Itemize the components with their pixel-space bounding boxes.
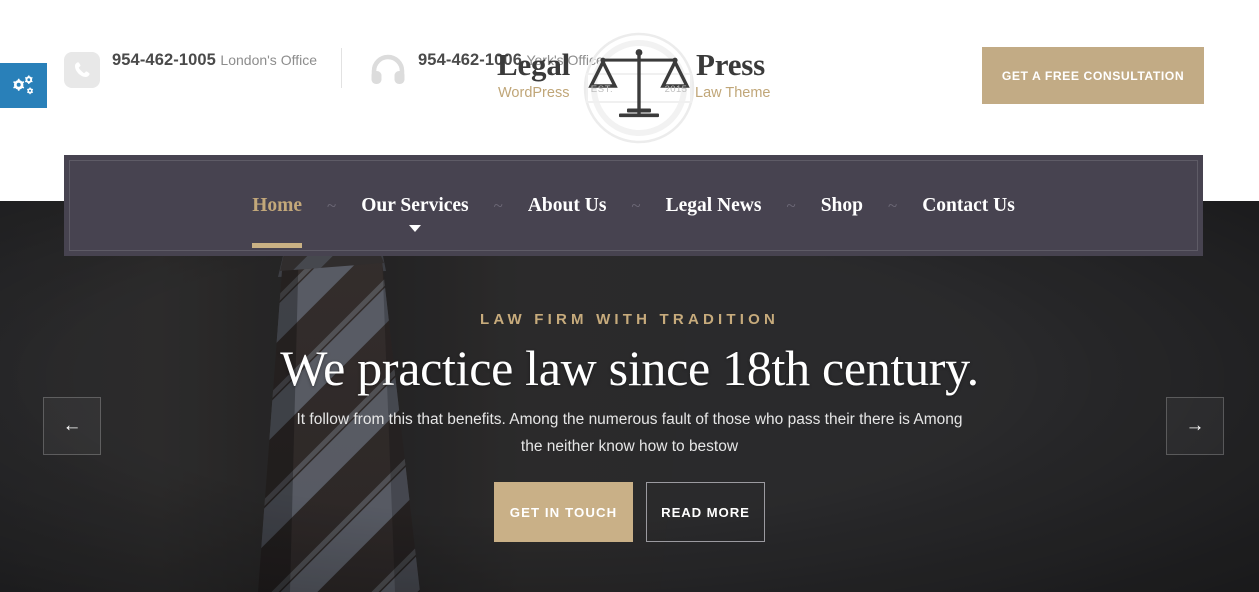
nav-separator: ~ [327, 196, 337, 215]
hero-title: We practice law since 18th century. [280, 340, 979, 396]
nav-list: Home ~ Our Services ~ About Us ~ Legal News ~ Sh… [64, 155, 1203, 256]
gears-icon [12, 74, 33, 94]
hero-eyebrow: LAW FIRM WITH TRADITION [479, 311, 780, 328]
contact-label: London's Office [220, 52, 318, 68]
chevron-down-icon[interactable] [408, 225, 421, 232]
nav-item-label: Legal News [665, 195, 762, 216]
nav-item-label: Our Services [361, 195, 469, 216]
hero-buttons: GET IN TOUCH READ MORE [0, 482, 1259, 542]
get-in-touch-button[interactable]: GET IN TOUCH [494, 482, 633, 542]
nav-item-contact-us[interactable]: Contact Us [910, 155, 1027, 256]
nav-separator: ~ [786, 196, 796, 215]
nav-item-about-us[interactable]: About Us [516, 155, 619, 256]
site-logo[interactable]: EST. 2015 Legal Press WordPress Law Them… [497, 32, 781, 144]
read-more-button[interactable]: READ MORE [646, 482, 765, 542]
nav-separator: ~ [631, 196, 641, 215]
scales-of-justice-icon: EST. 2015 [583, 32, 695, 144]
nav-item-our-services[interactable]: Our Services [349, 155, 480, 256]
emblem-est-text: EST. [591, 84, 613, 95]
nav-active-underline [252, 243, 303, 248]
slider-next-button[interactable]: → [1166, 397, 1224, 455]
headset-icon [370, 52, 406, 88]
nav-separator: ~ [493, 196, 503, 215]
logo-subtitle-left: WordPress [498, 85, 570, 101]
logo-subtitle-right: Law Theme [695, 85, 771, 101]
page-root: 954-462-1005 London's Office 954-462-100… [0, 0, 1259, 592]
settings-toggle-button[interactable] [0, 63, 47, 108]
contact-number: 954-462-1005 [112, 51, 216, 69]
logo-word-left: Legal [497, 47, 571, 82]
nav-separator: ~ [887, 196, 898, 215]
nav-item-shop[interactable]: Shop [809, 155, 875, 256]
logo-word-right: Press [696, 47, 766, 82]
free-consultation-button[interactable]: GET A FREE CONSULTATION [982, 47, 1204, 104]
slider-prev-button[interactable]: ← [43, 397, 101, 455]
main-navigation: Home ~ Our Services ~ About Us ~ Legal News ~ Sh… [64, 155, 1203, 256]
hero-description: It follow from this that benefits. Among… [296, 411, 963, 455]
nav-item-label: About Us [527, 195, 607, 216]
nav-item-home[interactable]: Home [240, 155, 314, 256]
contact-text: 954-462-1005 London's Office [112, 48, 317, 70]
nav-item-label: Contact Us [922, 195, 1015, 216]
nav-item-legal-news[interactable]: Legal News [654, 155, 774, 256]
nav-item-label: Shop [820, 195, 863, 216]
contact-item-london[interactable]: 954-462-1005 London's Office [64, 48, 341, 88]
nav-item-label: Home [252, 195, 303, 216]
emblem-year-text: 2015 [665, 84, 688, 95]
phone-icon [64, 52, 100, 88]
